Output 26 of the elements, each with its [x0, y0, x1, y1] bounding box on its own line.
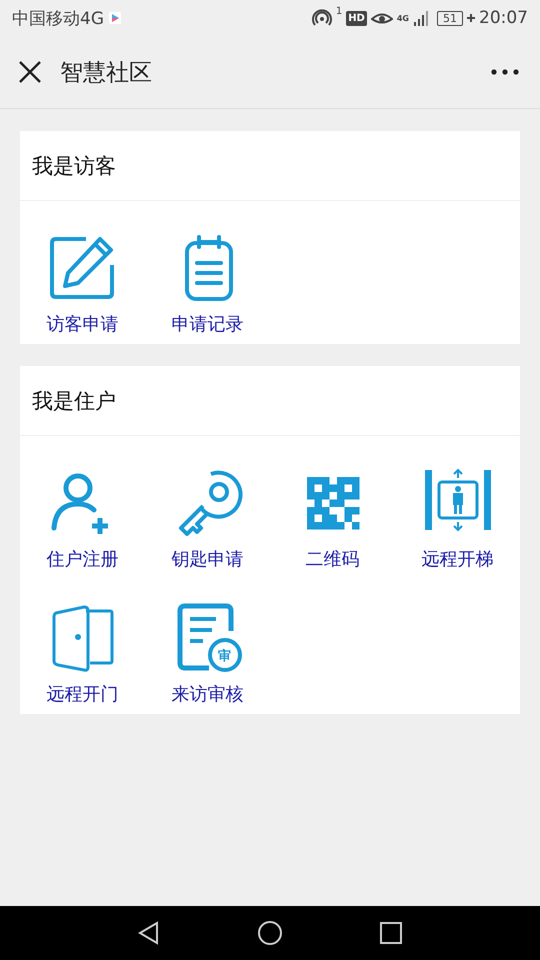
battery-icon: 51	[437, 10, 463, 26]
recents-icon[interactable]	[379, 921, 403, 945]
menu-item[interactable]: 住户注册	[20, 448, 145, 575]
carrier-text: 中国移动4G	[12, 8, 104, 30]
section-title: 我是住户	[32, 388, 116, 414]
menu-item[interactable]: 远程开梯	[395, 448, 520, 575]
charging-icon	[467, 14, 475, 22]
hotspot-icon	[312, 9, 332, 27]
home-icon[interactable]	[257, 920, 283, 946]
menu-item[interactable]: 访客申请	[20, 213, 145, 340]
section-title: 我是访客	[32, 152, 116, 180]
app-icon	[108, 11, 122, 25]
hd-badge: HD	[346, 10, 367, 26]
signal-icon	[413, 10, 429, 26]
menu-item[interactable]: 钥匙申请	[145, 448, 270, 575]
clock-text: 20:07	[479, 8, 528, 28]
hotspot-count: 1	[336, 6, 342, 17]
page-title: 智慧社区	[60, 58, 152, 88]
menu-item[interactable]: 二维码	[270, 448, 395, 575]
back-icon[interactable]	[137, 921, 161, 945]
close-icon[interactable]	[18, 60, 42, 84]
network-text: 4G	[396, 14, 409, 22]
more-icon[interactable]	[490, 68, 520, 76]
menu-item[interactable]: 远程开门	[20, 583, 145, 710]
menu-item[interactable]: 审 来访审核	[145, 583, 270, 710]
menu-item[interactable]: 申请记录	[145, 213, 270, 340]
